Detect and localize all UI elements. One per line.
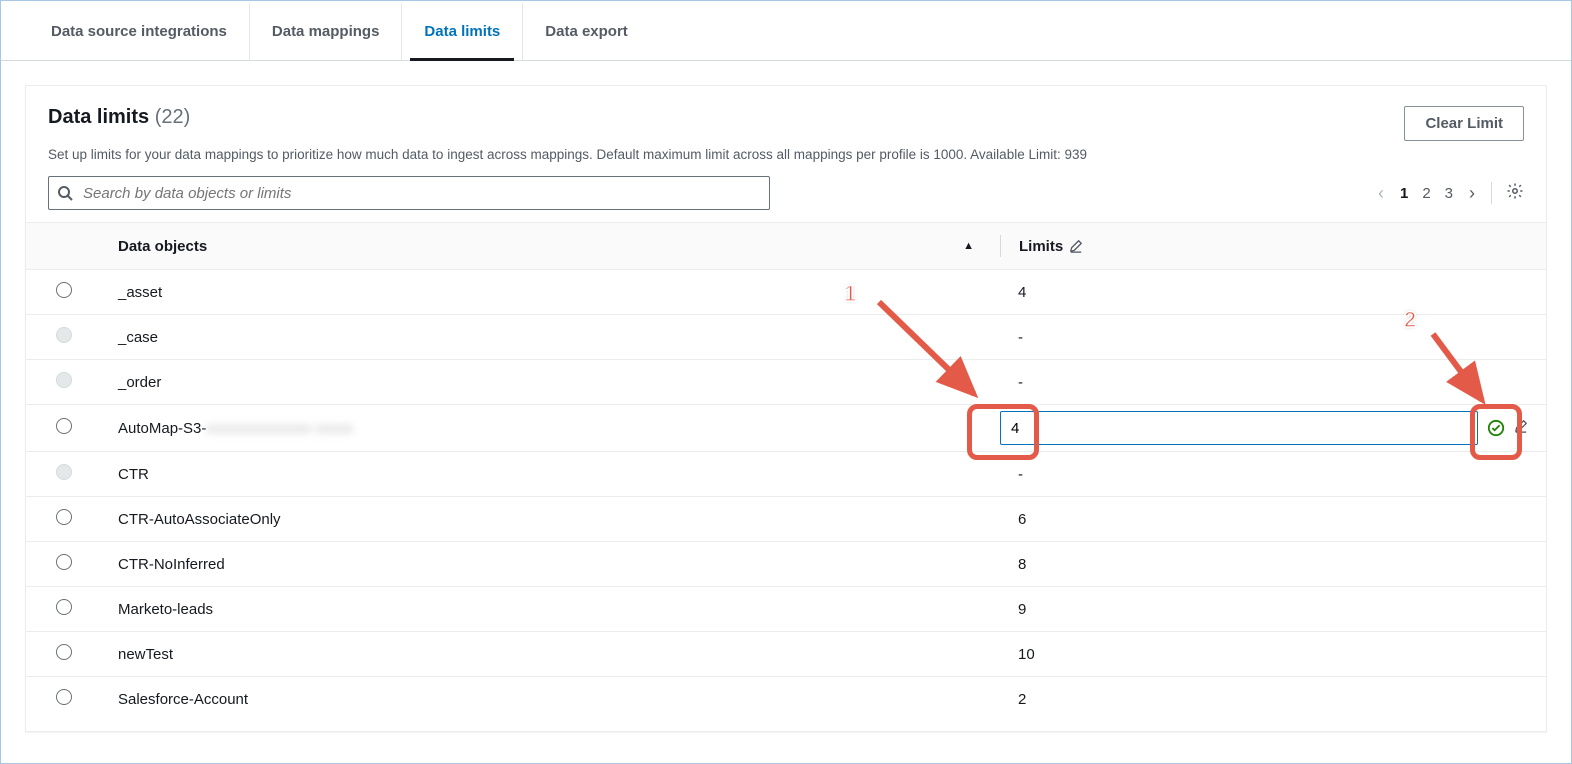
edit-column-icon xyxy=(1069,239,1083,253)
search-box[interactable] xyxy=(48,176,770,210)
column-header-data-objects-label: Data objects xyxy=(118,238,207,255)
row-radio[interactable] xyxy=(56,418,72,434)
pager-page-2[interactable]: 2 xyxy=(1422,185,1430,202)
pager-page-3[interactable]: 3 xyxy=(1445,185,1453,202)
column-header-limits[interactable]: Limits xyxy=(992,223,1546,270)
table-row: AutoMap-S3-xxxxxxxxxxxxxx xxxxx xyxy=(26,405,1546,452)
clear-limit-button[interactable]: Clear Limit xyxy=(1404,106,1524,141)
column-header-limits-label: Limits xyxy=(1019,238,1063,255)
tab-data-limits[interactable]: Data limits xyxy=(402,3,523,60)
row-object-name: CTR-AutoAssociateOnly xyxy=(92,497,992,542)
row-limit-cell[interactable]: 6 xyxy=(992,497,1546,542)
table-row: _order- xyxy=(26,360,1546,405)
data-limits-panel: Data limits (22) Clear Limit Set up limi… xyxy=(25,85,1547,732)
row-limit-cell[interactable]: 9 xyxy=(992,587,1546,632)
sort-asc-icon: ▲ xyxy=(963,240,974,252)
row-limit-cell[interactable]: 4 xyxy=(992,270,1546,315)
table-row: CTR- xyxy=(26,452,1546,497)
row-limit-cell[interactable]: 10 xyxy=(992,632,1546,677)
row-radio xyxy=(56,464,72,480)
row-object-name: _asset xyxy=(92,270,992,315)
panel-title-text: Data limits xyxy=(48,106,149,128)
table-row: CTR-AutoAssociateOnly6 xyxy=(26,497,1546,542)
panel-description: Set up limits for your data mappings to … xyxy=(26,147,1546,176)
row-radio xyxy=(56,372,72,388)
row-limit-cell[interactable]: - xyxy=(992,452,1546,497)
row-limit-cell[interactable]: 8 xyxy=(992,542,1546,587)
row-limit-cell[interactable]: - xyxy=(992,360,1546,405)
row-object-name: _order xyxy=(92,360,992,405)
table-row: CTR-NoInferred8 xyxy=(26,542,1546,587)
row-limit-cell[interactable]: - xyxy=(992,315,1546,360)
pager-prev-icon[interactable]: ‹ xyxy=(1376,183,1386,204)
row-limit-cell xyxy=(992,405,1546,452)
tab-bar: Data source integrations Data mappings D… xyxy=(1,3,1571,61)
table-row: Salesforce-Account2 xyxy=(26,677,1546,722)
tab-data-export[interactable]: Data export xyxy=(523,3,650,60)
row-object-name: AutoMap-S3-xxxxxxxxxxxxxx xxxxx xyxy=(92,405,992,452)
row-object-name: newTest xyxy=(92,632,992,677)
row-radio[interactable] xyxy=(56,644,72,660)
row-object-name: _case xyxy=(92,315,992,360)
tab-data-mappings[interactable]: Data mappings xyxy=(250,3,403,60)
column-header-data-objects[interactable]: Data objects ▲ xyxy=(92,223,992,270)
row-object-name: Salesforce-Account xyxy=(92,677,992,722)
panel-title: Data limits (22) xyxy=(48,106,190,128)
row-object-name: Marketo-leads xyxy=(92,587,992,632)
table-row: newTest10 xyxy=(26,632,1546,677)
edit-pencil-icon[interactable] xyxy=(1514,419,1528,437)
row-radio[interactable] xyxy=(56,282,72,298)
row-radio[interactable] xyxy=(56,509,72,525)
search-input[interactable] xyxy=(81,184,761,203)
data-limits-table: Data objects ▲ Limits _asset4_ca xyxy=(26,222,1546,721)
table-row: _case- xyxy=(26,315,1546,360)
settings-gear-icon[interactable] xyxy=(1506,182,1524,205)
row-radio[interactable] xyxy=(56,599,72,615)
tab-data-source-integrations[interactable]: Data source integrations xyxy=(29,3,250,60)
panel-count: (22) xyxy=(155,106,191,128)
search-icon xyxy=(57,185,73,201)
row-object-name: CTR-NoInferred xyxy=(92,542,992,587)
limit-input[interactable] xyxy=(1000,411,1478,445)
pagination-tools: ‹ 1 2 3 › xyxy=(1376,182,1524,205)
pager-page-1[interactable]: 1 xyxy=(1400,185,1408,202)
pager-next-icon[interactable]: › xyxy=(1467,183,1477,204)
divider xyxy=(1491,182,1492,204)
table-row: _asset4 xyxy=(26,270,1546,315)
row-radio[interactable] xyxy=(56,689,72,705)
row-radio xyxy=(56,327,72,343)
row-object-name: CTR xyxy=(92,452,992,497)
row-limit-cell[interactable]: 2 xyxy=(992,677,1546,722)
row-radio[interactable] xyxy=(56,554,72,570)
table-row: Marketo-leads9 xyxy=(26,587,1546,632)
confirm-check-icon[interactable] xyxy=(1486,418,1506,438)
